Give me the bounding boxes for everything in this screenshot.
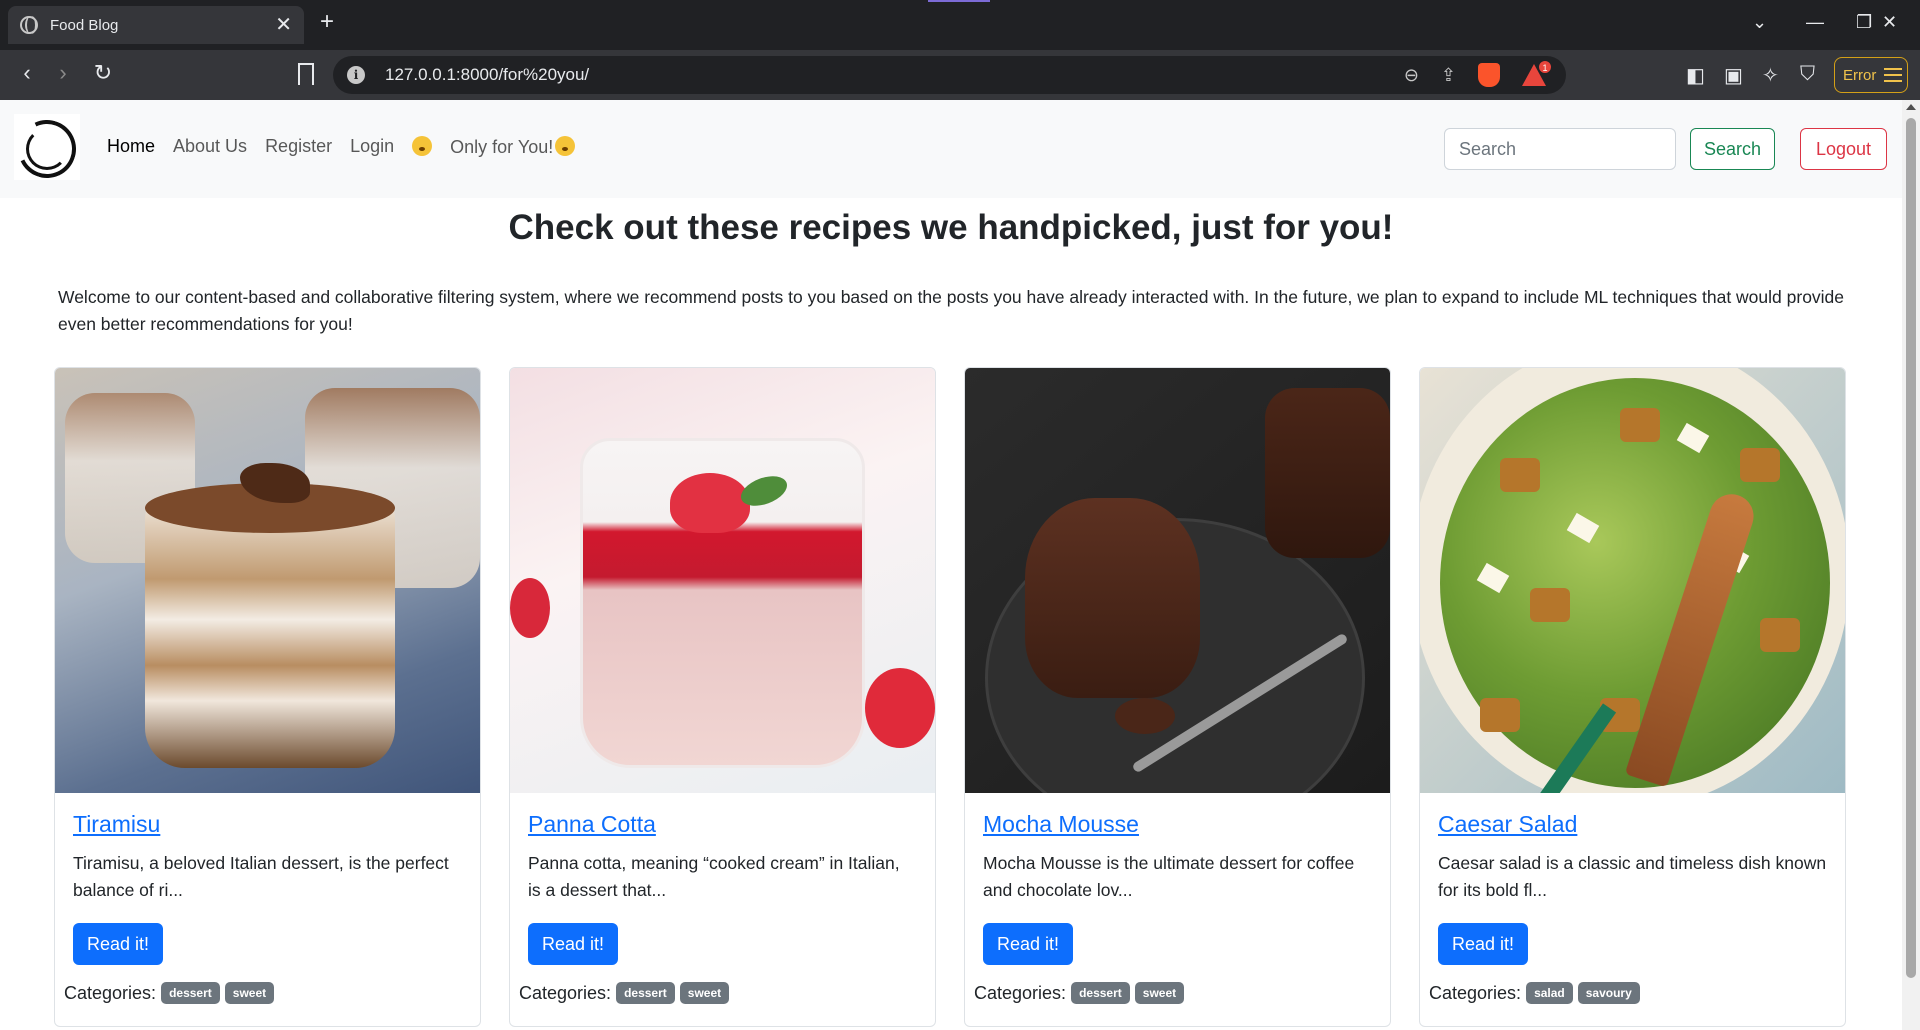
sidebar-icon[interactable]: ◧ [1686,63,1705,88]
tiramisu-image [55,368,480,793]
category-row: Categories: dessert sweet [974,982,1185,1004]
category-badge[interactable]: dessert [616,982,675,1004]
vpn-shield-icon[interactable]: ⛉ [1800,63,1815,86]
read-it-button[interactable]: Read it! [1438,923,1529,965]
reload-icon[interactable]: ↻ [88,60,118,86]
wallet-icon[interactable]: ▣ [1724,63,1743,88]
back-icon[interactable]: ‹ [12,60,42,86]
rewards-badge: 1 [1538,60,1552,74]
tab-close-icon[interactable]: ✕ [275,15,292,35]
nav-links: Home About Us Register Login Only for Yo… [107,136,593,158]
bookmark-icon[interactable] [298,63,314,85]
category-badge[interactable]: savoury [1577,982,1640,1004]
logo-inner-ring [26,128,68,170]
read-it-button[interactable]: Read it! [983,923,1074,965]
minimize-icon[interactable]: — [1806,12,1824,33]
recipe-excerpt: Tiramisu, a beloved Italian dessert, is … [73,853,449,900]
nav-only-for-you[interactable]: Only for You! [450,136,576,158]
logout-button[interactable]: Logout [1800,128,1887,170]
browser-tab-strip: Food Blog ✕ + ⌄ — ❐ ✕ [0,0,1920,50]
read-it-button[interactable]: Read it! [73,923,164,965]
category-row: Categories: dessert sweet [519,982,730,1004]
tab-strip-accent [928,0,990,2]
card-body: Caesar Salad Caesar salad is a classic a… [1420,793,1845,965]
window-close-icon[interactable]: ✕ [1882,12,1897,33]
recipe-excerpt: Panna cotta, meaning “cooked cream” in I… [528,853,900,900]
recipe-card-caesar-salad: Caesar Salad Caesar salad is a classic a… [1419,367,1846,1027]
globe-icon [20,16,38,34]
card-body: Tiramisu Tiramisu, a beloved Italian des… [55,793,480,965]
surprised-face-icon [412,136,433,156]
recipe-title-link[interactable]: Panna Cotta [528,811,917,838]
tab-search-chevron-icon[interactable]: ⌄ [1752,12,1767,33]
category-badge[interactable]: sweet [1134,982,1185,1004]
search-input[interactable] [1444,128,1676,170]
recipe-title-link[interactable]: Tiramisu [73,811,462,838]
category-row: Categories: dessert sweet [64,982,275,1004]
mocha-mousse-image [965,368,1390,793]
page-scrollbar[interactable] [1902,100,1920,1030]
card-body: Panna Cotta Panna cotta, meaning “cooked… [510,793,935,965]
card-body: Mocha Mousse Mocha Mousse is the ultimat… [965,793,1390,965]
recipe-excerpt: Mocha Mousse is the ultimate dessert for… [983,853,1355,900]
tab-title: Food Blog [50,16,119,34]
recipe-card-panna-cotta: Panna Cotta Panna cotta, meaning “cooked… [509,367,936,1027]
site-logo[interactable] [9,111,85,187]
recipe-card-tiramisu: Tiramisu Tiramisu, a beloved Italian des… [54,367,481,1027]
menu-icon [1884,68,1903,82]
category-badge[interactable]: sweet [679,982,730,1004]
intro-paragraph: Welcome to our content-based and collabo… [58,287,1845,334]
nav-only-for-you-label: Only for You! [450,137,554,157]
panna-cotta-image [510,368,935,793]
error-menu-button[interactable]: Error [1834,57,1908,93]
category-badge[interactable]: salad [1526,982,1573,1004]
nav-home[interactable]: Home [107,136,155,158]
recipe-card-mocha-mousse: Mocha Mousse Mocha Mousse is the ultimat… [964,367,1391,1027]
brave-shields-icon[interactable] [1478,63,1500,87]
error-label: Error [1843,66,1877,84]
categories-label: Categories: [974,982,1067,1003]
read-it-button[interactable]: Read it! [528,923,619,965]
page-title: Check out these recipes we handpicked, j… [508,208,1394,247]
category-badge[interactable]: dessert [161,982,220,1004]
restore-icon[interactable]: ❐ [1856,12,1872,33]
page-viewport: Home About Us Register Login Only for Yo… [0,100,1902,1030]
browser-toolbar: ‹ › ↻ i 127.0.0.1:8000/for%20you/ ⊖ ⇪ 1 [0,50,1920,100]
nav-register[interactable]: Register [265,136,332,158]
search-button[interactable]: Search [1690,128,1775,170]
leo-ai-icon[interactable]: ✧ [1762,63,1779,88]
site-info-icon[interactable]: i [347,66,365,84]
nav-emoji-icon[interactable] [412,136,433,158]
recipe-title-link[interactable]: Mocha Mousse [983,811,1372,838]
share-icon[interactable]: ⇪ [1441,65,1456,86]
brave-rewards-icon[interactable]: 1 [1522,60,1552,86]
new-tab-button[interactable]: + [320,10,334,34]
caesar-salad-image [1420,368,1845,793]
categories-label: Categories: [1429,982,1522,1003]
nav-about-us[interactable]: About Us [173,136,247,158]
recipe-title-link[interactable]: Caesar Salad [1438,811,1827,838]
browser-tab[interactable]: Food Blog ✕ [8,6,304,44]
categories-label: Categories: [519,982,612,1003]
site-navbar: Home About Us Register Login Only for Yo… [0,100,1902,198]
forward-icon[interactable]: › [48,60,78,86]
scroll-thumb[interactable] [1906,118,1916,978]
category-row: Categories: salad savoury [1429,982,1640,1004]
url-text[interactable]: 127.0.0.1:8000/for%20you/ [385,65,1404,85]
nav-login[interactable]: Login [350,136,394,158]
hugging-face-icon [555,136,576,156]
category-badge[interactable]: dessert [1071,982,1130,1004]
category-badge[interactable]: sweet [224,982,275,1004]
categories-label: Categories: [64,982,157,1003]
recipe-excerpt: Caesar salad is a classic and timeless d… [1438,853,1827,900]
scroll-up-arrow-icon[interactable] [1906,104,1916,110]
zoom-icon[interactable]: ⊖ [1404,65,1419,86]
address-bar[interactable]: i 127.0.0.1:8000/for%20you/ ⊖ ⇪ 1 [333,56,1566,94]
